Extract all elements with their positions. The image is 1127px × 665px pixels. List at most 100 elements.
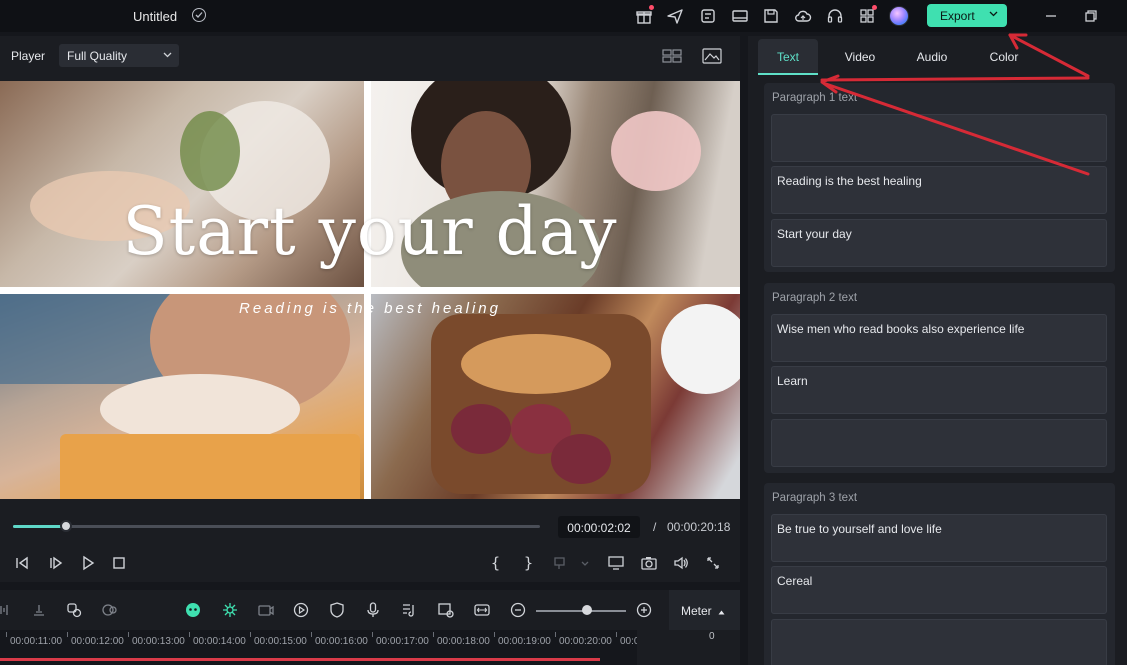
meter-button[interactable]: Meter <box>669 590 740 630</box>
ruler-tick-label: 00:00:14:00 <box>193 636 246 647</box>
ruler-tick-mark <box>433 632 434 637</box>
paragraph-text-field[interactable]: Cereal <box>771 566 1107 614</box>
task-icon[interactable] <box>698 6 718 26</box>
ai-copilot-icon[interactable] <box>184 601 202 619</box>
paragraph-text-field[interactable] <box>771 619 1107 665</box>
cloud-upload-icon[interactable] <box>793 6 813 26</box>
send-icon[interactable] <box>665 6 685 26</box>
save-icon[interactable] <box>761 6 781 26</box>
ruler-tick-label: 00:00:19:00 <box>498 636 551 647</box>
video-headline-text[interactable]: Start your day <box>0 193 740 270</box>
timeline-ruler[interactable]: 00:00:11:00 00:00:12:00 00:00:13:00 00:00:1… <box>0 630 740 665</box>
paragraph-title: Paragraph 1 text <box>772 92 858 104</box>
ruler-tick-mark <box>555 632 556 637</box>
shield-icon[interactable] <box>328 601 346 619</box>
paragraph-text-field[interactable] <box>771 114 1107 162</box>
headset-icon[interactable] <box>825 6 845 26</box>
chevron-down-icon[interactable] <box>575 554 595 572</box>
microphone-icon[interactable] <box>364 601 382 619</box>
ai-mask-icon[interactable] <box>65 601 83 619</box>
audio-meter <box>637 630 740 665</box>
ai-effects-icon[interactable] <box>221 601 239 619</box>
ruler-tick-label: 00:00:20:00 <box>559 636 612 647</box>
ruler-tick-mark <box>494 632 495 637</box>
progress-fill <box>13 525 66 528</box>
user-avatar[interactable] <box>889 6 909 26</box>
paragraph-text-field[interactable]: Learn <box>771 366 1107 414</box>
audio-stretch-icon[interactable] <box>101 601 119 619</box>
paragraph-text-field[interactable] <box>771 419 1107 467</box>
prev-frame-icon[interactable] <box>12 554 32 572</box>
music-list-icon[interactable] <box>400 601 418 619</box>
tab-video[interactable]: Video <box>830 39 890 75</box>
zoom-slider-knob[interactable] <box>582 605 593 615</box>
current-time[interactable]: 00:00:02:02 <box>558 516 640 538</box>
meter-zero-label: 0 <box>709 631 715 642</box>
ruler-tick-label: 00:00:12:00 <box>71 636 124 647</box>
layout-icon[interactable] <box>730 6 750 26</box>
camera-icon[interactable] <box>639 554 659 572</box>
notification-dot <box>872 5 877 10</box>
tab-color[interactable]: Color <box>974 39 1034 75</box>
ruler-tick-label: 00:00:17:00 <box>376 636 429 647</box>
export-button[interactable]: Export <box>927 4 1007 27</box>
paragraph-card-1: Paragraph 1 text Reading is the best hea… <box>764 83 1115 272</box>
notification-dot <box>649 5 654 10</box>
ruler-tick-label: 00:00:16:00 <box>315 636 368 647</box>
paragraph-card-2: Paragraph 2 text Wise men who read books… <box>764 283 1115 473</box>
record-screen-icon[interactable] <box>257 601 275 619</box>
track-stack-icon[interactable] <box>30 601 48 619</box>
mark-out-icon[interactable]: } <box>524 554 533 572</box>
display-icon[interactable] <box>606 554 626 572</box>
paragraph-text-field[interactable]: Wise men who read books also experience … <box>771 314 1107 362</box>
restore-icon[interactable] <box>1083 8 1099 24</box>
mark-in-icon[interactable]: { <box>491 554 500 572</box>
ruler-tick-mark <box>616 632 617 637</box>
auto-beat-icon[interactable] <box>292 601 310 619</box>
play-icon[interactable] <box>78 554 98 572</box>
zoom-slider[interactable] <box>536 610 626 612</box>
fullscreen-icon[interactable] <box>703 554 723 572</box>
paragraph-text-field[interactable]: Reading is the best healing <box>771 166 1107 214</box>
progress-knob[interactable] <box>59 520 72 532</box>
photo-toast-board <box>371 294 740 499</box>
paragraph-text-field[interactable]: Be true to yourself and love life <box>771 514 1107 562</box>
snapshot-marker-icon[interactable] <box>551 554 571 572</box>
chevron-down-icon[interactable] <box>989 11 998 17</box>
title-bar: Untitled Export <box>0 0 1127 32</box>
tab-text[interactable]: Text <box>758 39 818 75</box>
paragraph-card-3: Paragraph 3 text Be true to yourself and… <box>764 483 1115 665</box>
total-time: 00:00:20:18 <box>667 520 731 534</box>
timeline-toolbar: Meter <box>0 590 740 630</box>
fit-width-icon[interactable] <box>473 601 491 619</box>
image-preview-icon[interactable] <box>702 48 722 64</box>
ruler-tick-label: 00:00:11:00 <box>10 636 63 647</box>
paragraph-text-field[interactable]: Start your day <box>771 219 1107 267</box>
ruler-tick-mark <box>189 632 190 637</box>
ruler-tick-label: 00:00:13:00 <box>132 636 185 647</box>
minimize-icon[interactable] <box>1043 8 1059 24</box>
grid-view-icon[interactable] <box>662 48 682 64</box>
timeline-playhead-range <box>0 658 600 661</box>
audio-waveform-icon[interactable] <box>0 601 12 619</box>
image-link-icon[interactable] <box>437 601 455 619</box>
video-subline-text[interactable]: Reading is the best healing <box>0 300 740 317</box>
paragraph-title: Paragraph 2 text <box>772 292 858 304</box>
quality-dropdown[interactable]: Full Quality <box>59 44 179 67</box>
player-label: Player <box>11 49 46 63</box>
volume-icon[interactable] <box>671 554 691 572</box>
ruler-tick-mark <box>6 632 7 637</box>
caret-up-icon <box>718 610 725 615</box>
zoom-out-icon[interactable] <box>509 601 527 619</box>
video-preview[interactable]: Start your day Reading is the best heali… <box>0 81 740 499</box>
paragraph-title: Paragraph 3 text <box>772 492 858 504</box>
stop-icon[interactable] <box>109 554 129 572</box>
ruler-tick-label: 00:00:18:00 <box>437 636 490 647</box>
playback-progress-bar[interactable] <box>13 520 540 532</box>
next-frame-icon[interactable] <box>46 554 66 572</box>
property-tabs: Text Video Audio Color <box>748 36 1127 76</box>
saved-check-icon <box>192 8 206 22</box>
tab-audio[interactable]: Audio <box>902 39 962 75</box>
project-title[interactable]: Untitled <box>133 9 177 24</box>
zoom-in-icon[interactable] <box>635 601 653 619</box>
